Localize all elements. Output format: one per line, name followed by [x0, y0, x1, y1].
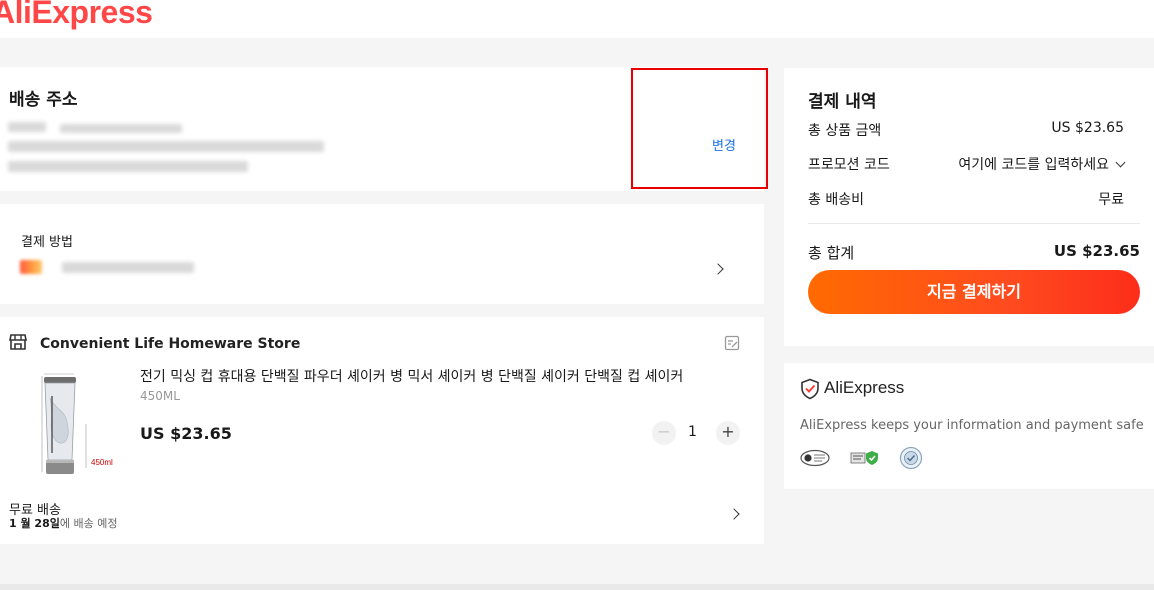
subtotal-label: 총 상품 금액 — [808, 123, 882, 139]
payment-method-title: 결제 방법 — [21, 235, 73, 250]
store-icon — [9, 334, 27, 350]
promo-code-label: 프로모션 코드 — [808, 157, 890, 173]
change-address-highlight — [631, 68, 768, 189]
total-label: 총 합계 — [808, 244, 855, 262]
store-name[interactable]: Convenient Life Homeware Store — [40, 336, 300, 352]
quantity-increase-button[interactable]: + — [716, 421, 740, 445]
chevron-down-icon[interactable] — [1115, 157, 1126, 168]
payment-method-card[interactable] — [0, 204, 764, 304]
shield-check-icon — [801, 378, 819, 400]
card-number-redacted — [62, 262, 194, 273]
product-title[interactable]: 전기 믹싱 컵 휴대용 단백질 파우더 셰이커 병 믹서 셰이커 병 단백질 셰… — [140, 366, 683, 386]
aliexpress-logo[interactable]: AliExpress — [0, 0, 153, 31]
product-image-caption: 450ml — [91, 458, 113, 467]
order-summary-title: 결제 내역 — [808, 92, 877, 112]
top-bar: AliExpress — [0, 0, 1154, 38]
shipping-fee-value: 무료 — [1098, 192, 1124, 208]
delivery-date: 1 월 28일 — [9, 517, 60, 530]
product-image[interactable]: 450ml — [30, 368, 130, 486]
shipping-fee-label: 총 배송비 — [808, 192, 864, 208]
address-line-redacted — [8, 141, 324, 152]
recipient-phone-redacted — [60, 124, 182, 133]
secure-seal-badge-icon — [899, 446, 923, 470]
note-edit-icon[interactable] — [724, 335, 740, 351]
delivery-estimate: 1 월 28일에 배송 예정 — [9, 515, 117, 531]
subtotal-value: US $23.65 — [1051, 120, 1124, 136]
card-brand-icon — [20, 260, 42, 274]
product-variant: 450ML — [140, 389, 180, 403]
quantity-value: 1 — [688, 424, 697, 440]
promo-code-input[interactable]: 여기에 코드를 입력하세요 — [958, 154, 1126, 174]
quantity-decrease-button[interactable]: − — [652, 421, 676, 445]
shipping-address-title: 배송 주소 — [9, 90, 78, 110]
product-price: US $23.65 — [140, 424, 232, 443]
recipient-name-redacted — [8, 122, 46, 132]
summary-divider — [808, 223, 1140, 224]
change-address-link[interactable]: 변경 — [712, 135, 736, 154]
promo-code-placeholder: 여기에 코드를 입력하세요 — [958, 157, 1109, 173]
address-line-2-redacted — [8, 161, 248, 172]
pay-now-button[interactable]: 지금 결제하기 — [808, 270, 1140, 314]
pci-badge-icon — [800, 449, 830, 467]
footer-divider — [0, 584, 1154, 590]
security-brand: AliExpress — [824, 378, 905, 397]
security-verified-badge-icon — [850, 451, 878, 465]
security-message: AliExpress keeps your information and pa… — [800, 418, 1144, 433]
delivery-date-suffix: 에 배송 예정 — [59, 517, 118, 530]
total-value: US $23.65 — [1053, 242, 1140, 260]
